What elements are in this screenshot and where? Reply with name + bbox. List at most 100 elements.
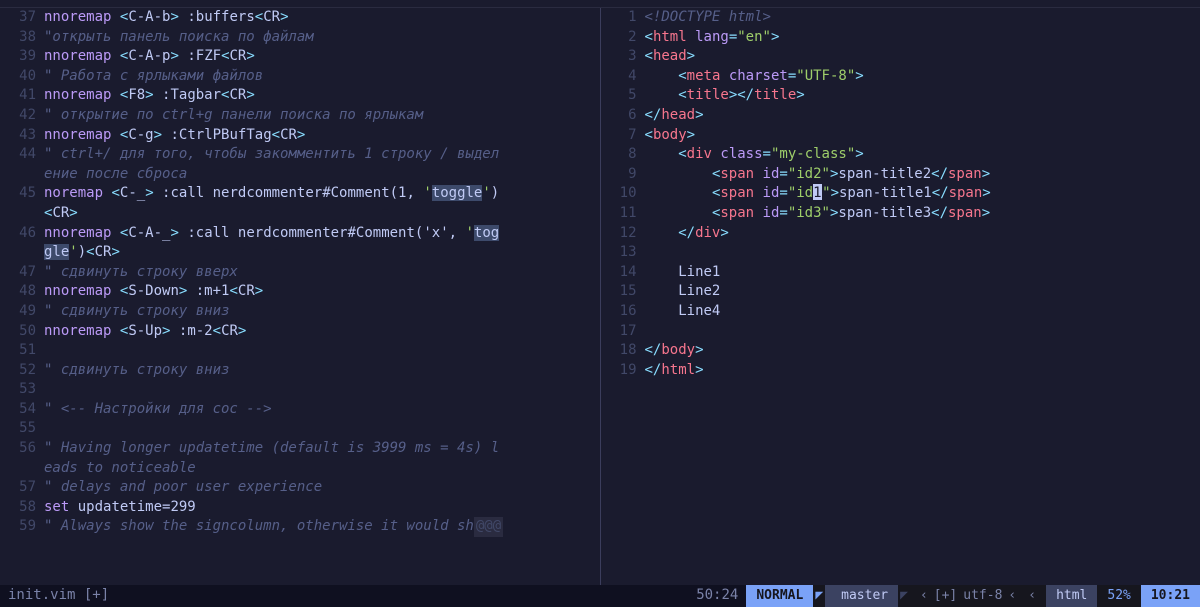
separator-icon: ◤ bbox=[813, 587, 825, 605]
branch-name: master bbox=[841, 587, 888, 605]
line-number: 3 bbox=[601, 47, 637, 67]
filetype-label: html bbox=[1056, 587, 1087, 605]
line-number: 48 bbox=[0, 282, 36, 302]
code-line[interactable]: " Having longer updatetime (default is 3… bbox=[44, 439, 600, 459]
code-line[interactable]: <meta charset="UTF-8"> bbox=[645, 67, 1200, 87]
code-line[interactable]: ение после сброса bbox=[44, 165, 600, 185]
code-line[interactable]: <body> bbox=[645, 126, 1200, 146]
code-line[interactable]: nnoremap <C-A-p> :FZF<CR> bbox=[44, 47, 600, 67]
code-line[interactable]: <CR> bbox=[44, 204, 600, 224]
left-gutter: 3738394041424344454647484950515253545556… bbox=[0, 8, 44, 585]
line-number: 54 bbox=[0, 400, 36, 420]
scroll-percent: 52% bbox=[1097, 585, 1140, 607]
git-branch: master bbox=[825, 585, 898, 607]
line-number: 5 bbox=[601, 86, 637, 106]
angle-left-icon: ‹ bbox=[1028, 587, 1036, 605]
line-number: 8 bbox=[601, 145, 637, 165]
code-line[interactable] bbox=[44, 419, 600, 439]
code-line[interactable]: <html lang="en"> bbox=[645, 28, 1200, 48]
code-line[interactable]: <span id="id1">span-title1</span> bbox=[645, 184, 1200, 204]
code-line[interactable]: Line2 bbox=[645, 282, 1200, 302]
code-line[interactable]: nnoremap <C-A-b> :buffers<CR> bbox=[44, 8, 600, 28]
code-line[interactable] bbox=[645, 243, 1200, 263]
line-number: 43 bbox=[0, 126, 36, 146]
line-number: 18 bbox=[601, 341, 637, 361]
separator-icon: ◤ bbox=[898, 587, 910, 605]
code-line[interactable]: </html> bbox=[645, 361, 1200, 381]
code-line[interactable] bbox=[44, 341, 600, 361]
line-number: 45 bbox=[0, 184, 36, 204]
line-number: 47 bbox=[0, 263, 36, 283]
code-line[interactable]: </div> bbox=[645, 224, 1200, 244]
code-line[interactable] bbox=[645, 322, 1200, 342]
line-number: 9 bbox=[601, 165, 637, 185]
right-pane[interactable]: 12345678910111213141516171819 <!DOCTYPE … bbox=[601, 8, 1200, 585]
code-line[interactable]: " сдвинуть строку вниз bbox=[44, 361, 600, 381]
cursor-position: 10:21 bbox=[1141, 585, 1200, 607]
line-number bbox=[0, 204, 36, 224]
line-number: 51 bbox=[0, 341, 36, 361]
code-line[interactable] bbox=[44, 380, 600, 400]
line-number: 50 bbox=[0, 322, 36, 342]
line-number: 16 bbox=[601, 302, 637, 322]
filetype-segment: html bbox=[1046, 585, 1097, 607]
code-line[interactable]: <div class="my-class"> bbox=[645, 145, 1200, 165]
code-line[interactable]: set updatetime=299 bbox=[44, 498, 600, 518]
code-line[interactable]: " ctrl+/ для того, чтобы закомментить 1 … bbox=[44, 145, 600, 165]
line-number: 17 bbox=[601, 322, 637, 342]
line-number: 37 bbox=[0, 8, 36, 28]
code-line[interactable]: "открыть панель поиска по файлам bbox=[44, 28, 600, 48]
code-line[interactable]: Line4 bbox=[645, 302, 1200, 322]
right-gutter: 12345678910111213141516171819 bbox=[601, 8, 645, 585]
line-number bbox=[0, 459, 36, 479]
line-number: 44 bbox=[0, 145, 36, 165]
line-number: 12 bbox=[601, 224, 637, 244]
code-line[interactable]: <head> bbox=[645, 47, 1200, 67]
code-line[interactable]: <!DOCTYPE html> bbox=[645, 8, 1200, 28]
code-line[interactable]: nnoremap <S-Down> :m+1<CR> bbox=[44, 282, 600, 302]
code-line[interactable]: <span id="id2">span-title2</span> bbox=[645, 165, 1200, 185]
angle-left-icon: ‹ bbox=[920, 587, 928, 605]
line-number: 52 bbox=[0, 361, 36, 381]
code-line[interactable]: " Always show the signcolumn, otherwise … bbox=[44, 517, 600, 537]
code-line[interactable]: gle')<CR> bbox=[44, 243, 600, 263]
line-number: 53 bbox=[0, 380, 36, 400]
code-line[interactable]: eads to noticeable bbox=[44, 459, 600, 479]
code-line[interactable]: Line1 bbox=[645, 263, 1200, 283]
left-code[interactable]: nnoremap <C-A-b> :buffers<CR>"открыть па… bbox=[44, 8, 600, 585]
active-status: NORMAL ◤ master ◤ ‹ [+] utf-8 ‹ ‹ html 5… bbox=[746, 585, 1200, 607]
code-line[interactable]: </head> bbox=[645, 106, 1200, 126]
code-line[interactable]: </body> bbox=[645, 341, 1200, 361]
right-code[interactable]: <!DOCTYPE html><html lang="en"><head> <m… bbox=[645, 8, 1200, 585]
line-number bbox=[0, 165, 36, 185]
code-line[interactable]: " delays and poor user experience bbox=[44, 478, 600, 498]
code-line[interactable]: nnoremap <C-A-_> :call nerdcommenter#Com… bbox=[44, 224, 600, 244]
line-number: 2 bbox=[601, 28, 637, 48]
code-line[interactable]: " <-- Настройки для coc --> bbox=[44, 400, 600, 420]
code-line[interactable]: nnoremap <F8> :Tagbar<CR> bbox=[44, 86, 600, 106]
code-line[interactable]: nnoremap <S-Up> :m-2<CR> bbox=[44, 322, 600, 342]
line-number: 58 bbox=[0, 498, 36, 518]
code-line[interactable]: " Работа с ярлыками файлов bbox=[44, 67, 600, 87]
line-number: 56 bbox=[0, 439, 36, 459]
file-encoding: utf-8 bbox=[963, 587, 1002, 605]
code-line[interactable]: " сдвинуть строку вниз bbox=[44, 302, 600, 322]
inactive-status: init.vim [+] 50:24 bbox=[0, 585, 746, 607]
line-number: 6 bbox=[601, 106, 637, 126]
line-number: 38 bbox=[0, 28, 36, 48]
file-flags: ‹ [+] utf-8 ‹ ‹ bbox=[910, 585, 1046, 607]
line-number: 49 bbox=[0, 302, 36, 322]
code-line[interactable]: " сдвинуть строку вверх bbox=[44, 263, 600, 283]
left-pane[interactable]: 3738394041424344454647484950515253545556… bbox=[0, 8, 601, 585]
code-line[interactable]: " открытие по ctrl+g панели поиска по яр… bbox=[44, 106, 600, 126]
line-number: 7 bbox=[601, 126, 637, 146]
code-line[interactable]: <title></title> bbox=[645, 86, 1200, 106]
line-number: 13 bbox=[601, 243, 637, 263]
code-line[interactable]: nnoremap <C-g> :CtrlPBufTag<CR> bbox=[44, 126, 600, 146]
code-line[interactable]: noremap <C-_> :call nerdcommenter#Commen… bbox=[44, 184, 600, 204]
line-number: 1 bbox=[601, 8, 637, 28]
line-number: 40 bbox=[0, 67, 36, 87]
line-number: 14 bbox=[601, 263, 637, 283]
line-number: 59 bbox=[0, 517, 36, 537]
code-line[interactable]: <span id="id3">span-title3</span> bbox=[645, 204, 1200, 224]
